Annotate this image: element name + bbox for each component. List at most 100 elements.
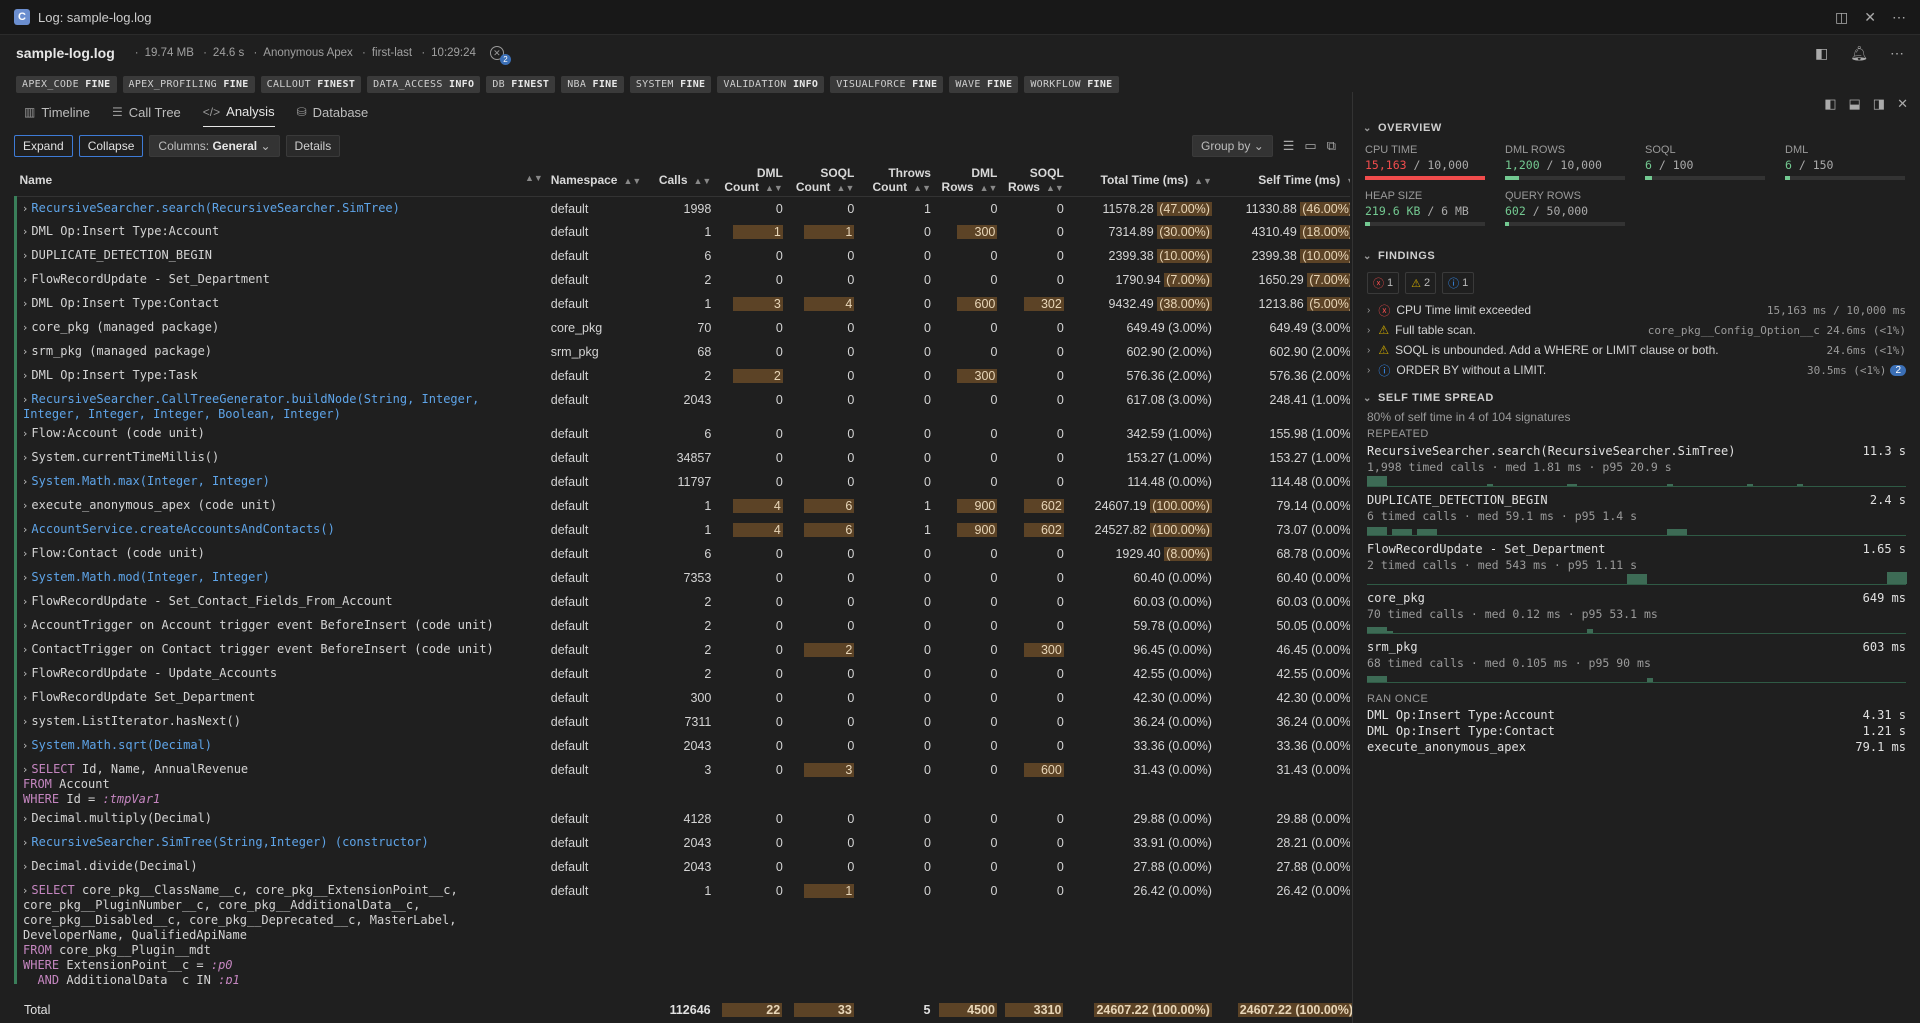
row-name[interactable]: System.Math.sqrt(Decimal): [31, 738, 212, 752]
log-level-chip[interactable]: WAVE FINE: [949, 75, 1019, 93]
col-soql-count[interactable]: SOQL Count ▲▼: [786, 164, 859, 197]
finding-item[interactable]: › ⚠ Full table scan. core_pkg__Config_Optio…: [1353, 320, 1920, 340]
table-row[interactable]: › FlowRecordUpdate - Set_Contact_Fields_F…: [13, 590, 1350, 614]
layout-right-icon[interactable]: ◨: [1873, 96, 1885, 114]
row-name[interactable]: RecursiveSearcher.CallTreeGenerator.buil…: [23, 392, 479, 421]
col-namespace[interactable]: Namespace ▲▼: [546, 164, 644, 197]
chevron-right-icon[interactable]: ›: [23, 763, 27, 776]
table-row[interactable]: › DUPLICATE_DETECTION_BEGIN default 6 0 0 0 0 0 2…: [13, 244, 1350, 268]
bell-icon[interactable]: 🔔︎: [1850, 45, 1868, 62]
screen-icon[interactable]: ▭: [1304, 138, 1316, 154]
col-total-time[interactable]: Total Time (ms) ▲▼: [1067, 164, 1216, 197]
info-filter-button[interactable]: ⓘ 1: [1442, 272, 1475, 294]
table-row[interactable]: › Flow:Contact (code unit) default 6 0 0 0 0 0 19…: [13, 542, 1350, 566]
details-button[interactable]: Details: [285, 135, 341, 157]
chevron-right-icon[interactable]: ›: [23, 393, 27, 406]
chevron-right-icon[interactable]: ›: [23, 571, 27, 584]
row-name[interactable]: RecursiveSearcher.SimTree(String,Integer…: [31, 835, 428, 849]
table-row[interactable]: › System.Math.sqrt(Decimal) default 2043 0 0 0…: [13, 734, 1350, 758]
table-row[interactable]: › SELECT Id, Name, AnnualRevenue FROM Acc…: [13, 758, 1350, 807]
chevron-right-icon[interactable]: ›: [23, 499, 27, 512]
chevron-right-icon[interactable]: ›: [23, 345, 27, 358]
spread-header[interactable]: ⌄ SELF TIME SPREAD: [1353, 388, 1920, 408]
col-name[interactable]: Name ▲▼: [15, 164, 547, 197]
copy-icon[interactable]: ⧉: [1327, 138, 1336, 154]
chevron-right-icon[interactable]: ›: [23, 202, 27, 215]
table-row[interactable]: › DML Op:Insert Type:Account default 1 1 1 0 30…: [13, 220, 1350, 244]
chevron-right-icon[interactable]: ›: [23, 715, 27, 728]
col-dml-rows[interactable]: DML Rows ▲▼: [934, 164, 1002, 197]
table-row[interactable]: › core_pkg (managed package) core_pkg 70 0 0 0…: [13, 316, 1350, 340]
table-row[interactable]: › FlowRecordUpdate - Update_Accounts defau…: [13, 662, 1350, 686]
toggle-panel-icon[interactable]: ◧: [1815, 45, 1828, 62]
layout-bottom-icon[interactable]: ⬓: [1849, 96, 1861, 114]
chevron-right-icon[interactable]: ›: [23, 451, 27, 464]
log-level-chip[interactable]: WORKFLOW FINE: [1024, 75, 1119, 93]
tab-call-tree[interactable]: ☰ Call Tree: [112, 97, 181, 127]
chevron-right-icon[interactable]: ›: [23, 523, 27, 536]
log-level-chip[interactable]: APEX_PROFILING FINE: [122, 75, 255, 93]
more-icon[interactable]: ⋯: [1890, 45, 1904, 62]
table-row[interactable]: › Flow:Account (code unit) default 6 0 0 0 0 0 34…: [13, 422, 1350, 446]
table-row[interactable]: › Decimal.multiply(Decimal) default 4128 0 0 0…: [13, 807, 1350, 831]
finding-item[interactable]: › ⚠ SOQL is unbounded. Add a WHERE or LIMI…: [1353, 340, 1920, 360]
log-level-chip[interactable]: APEX_CODE FINE: [16, 75, 117, 93]
split-editor-icon[interactable]: ◫: [1835, 9, 1848, 26]
log-level-chip[interactable]: DB FINEST: [486, 75, 556, 93]
table-row[interactable]: › Decimal.divide(Decimal) default 2043 0 0 0 0 0…: [13, 855, 1350, 879]
chevron-right-icon[interactable]: ›: [23, 884, 27, 897]
ran-once-item[interactable]: DML Op:Insert Type:Account 4.31 s: [1353, 707, 1920, 723]
table-row[interactable]: › execute_anonymous_apex (code unit) defau…: [13, 494, 1350, 518]
columns-dropdown[interactable]: Columns: General ⌄: [149, 135, 280, 157]
chevron-right-icon[interactable]: ›: [23, 643, 27, 656]
table-row[interactable]: › System.Math.max(Integer, Integer) defaul…: [13, 470, 1350, 494]
col-calls[interactable]: Calls ▲▼: [643, 164, 716, 197]
table-row[interactable]: › FlowRecordUpdate Set_Department default 3…: [13, 686, 1350, 710]
group-by-dropdown[interactable]: Group by ⌄: [1191, 135, 1273, 157]
close-icon[interactable]: ✕: [1897, 96, 1908, 114]
ran-once-item[interactable]: DML Op:Insert Type:Contact 1.21 s: [1353, 723, 1920, 739]
table-row[interactable]: › system.ListIterator.hasNext() default 731…: [13, 710, 1350, 734]
overview-header[interactable]: ⌄ OVERVIEW: [1353, 118, 1920, 138]
chevron-right-icon[interactable]: ›: [23, 691, 27, 704]
row-name[interactable]: RecursiveSearcher.search(RecursiveSearch…: [31, 201, 399, 215]
table-row[interactable]: › RecursiveSearcher.search(RecursiveSearc…: [13, 196, 1350, 220]
more-icon[interactable]: ⋯: [1892, 9, 1906, 26]
layout-left-icon[interactable]: ◧: [1824, 96, 1836, 114]
chevron-right-icon[interactable]: ›: [23, 369, 27, 382]
row-name[interactable]: AccountService.createAccountsAndContacts…: [31, 522, 334, 536]
row-name[interactable]: System.Math.mod(Integer, Integer): [31, 570, 269, 584]
spread-item[interactable]: srm_pkg 603 ms 68 timed calls · med 0.105 …: [1353, 638, 1920, 687]
chevron-right-icon[interactable]: ›: [23, 273, 27, 286]
log-level-chip[interactable]: VALIDATION INFO: [717, 75, 825, 93]
table-row[interactable]: › RecursiveSearcher.CallTreeGenerator.bui…: [13, 388, 1350, 422]
chevron-right-icon[interactable]: ›: [23, 667, 27, 680]
col-self-time[interactable]: Self Time (ms)▼: [1215, 164, 1350, 197]
table-row[interactable]: › ContactTrigger on Contact trigger event…: [13, 638, 1350, 662]
table-row[interactable]: › AccountTrigger on Account trigger event…: [13, 614, 1350, 638]
chevron-right-icon[interactable]: ›: [23, 249, 27, 262]
col-throws-count[interactable]: Throws Count ▲▼: [858, 164, 935, 197]
table-row[interactable]: › AccountService.createAccountsAndContact…: [13, 518, 1350, 542]
finding-item[interactable]: › ⓘ ORDER BY without a LIMIT. 30.5ms (<1%) 2: [1353, 360, 1920, 380]
chevron-right-icon[interactable]: ›: [23, 547, 27, 560]
log-level-chip[interactable]: SYSTEM FINE: [629, 75, 712, 93]
table-row[interactable]: › srm_pkg (managed package) srm_pkg 68 0 0 0 0 0…: [13, 340, 1350, 364]
tab-timeline[interactable]: ▥ Timeline: [24, 97, 90, 127]
table-row[interactable]: › RecursiveSearcher.SimTree(String,Intege…: [13, 831, 1350, 855]
chevron-right-icon[interactable]: ›: [23, 427, 27, 440]
col-dml-count[interactable]: DML Count ▲▼: [715, 164, 787, 197]
log-level-chip[interactable]: DATA_ACCESS INFO: [367, 75, 481, 93]
chevron-right-icon[interactable]: ›: [23, 225, 27, 238]
chevron-right-icon[interactable]: ›: [23, 739, 27, 752]
table-row[interactable]: › DML Op:Insert Type:Task default 2 2 0 0 300 0 5…: [13, 364, 1350, 388]
chevron-right-icon[interactable]: ›: [23, 619, 27, 632]
list-icon[interactable]: ☰: [1283, 138, 1295, 154]
chevron-right-icon[interactable]: ›: [23, 475, 27, 488]
table-row[interactable]: › FlowRecordUpdate - Set_Department defaul…: [13, 268, 1350, 292]
expand-button[interactable]: Expand: [14, 135, 73, 157]
tab-database[interactable]: ⛁ Database: [297, 97, 369, 127]
chevron-right-icon[interactable]: ›: [23, 321, 27, 334]
table-row[interactable]: › System.Math.mod(Integer, Integer) defaul…: [13, 566, 1350, 590]
error-filter-button[interactable]: ⓧ 1: [1367, 272, 1400, 294]
